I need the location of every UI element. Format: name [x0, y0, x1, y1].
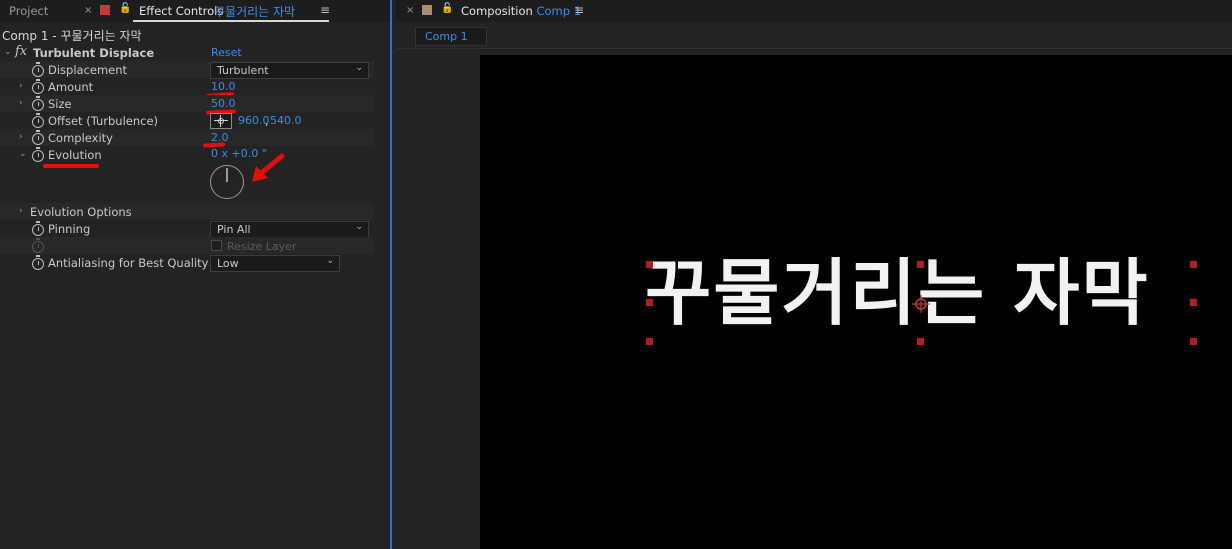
stopwatch-icon [32, 238, 44, 253]
resize-layer-checkbox[interactable] [211, 240, 222, 251]
panel-divider[interactable] [390, 0, 392, 549]
header-separator: - [48, 29, 61, 43]
bounding-handle[interactable] [646, 338, 653, 345]
dropdown-chevron-icon: ⌄ [355, 222, 363, 232]
comp-subtab-label: Comp 1 [425, 30, 468, 43]
panel-menu-icon[interactable]: ≡ [320, 3, 330, 17]
offset-y-value[interactable]: 540.0 [270, 114, 302, 127]
comp-name: Comp 1 [2, 29, 49, 43]
stopwatch-icon[interactable] [32, 130, 44, 145]
close-icon[interactable]: × [84, 5, 92, 16]
amount-label: Amount [48, 80, 94, 94]
displacement-value: Turbulent [217, 64, 269, 77]
composition-prefix: Composition [461, 4, 533, 18]
tab-composition[interactable]: Composition Comp 1 [461, 4, 581, 18]
anchor-point-icon[interactable] [911, 294, 931, 314]
lock-icon[interactable]: 🔓 [441, 3, 453, 14]
effect-name: Turbulent Displace [33, 46, 155, 60]
comp-label-swatch [422, 5, 432, 15]
displacement-dropdown[interactable]: Turbulent ⌄ [210, 62, 369, 79]
dropdown-chevron-icon: ⌄ [355, 63, 363, 73]
viewer-divider [396, 48, 1232, 49]
size-label: Size [48, 97, 72, 111]
offset-separator: , [265, 115, 269, 128]
active-tab-underline [133, 20, 329, 22]
expand-arrow-icon[interactable]: › [19, 98, 23, 108]
tab-effect-controls[interactable]: Effect Controls [139, 4, 223, 18]
antialiasing-dropdown[interactable]: Low ⌄ [210, 255, 340, 272]
antialiasing-value: Low [217, 257, 239, 270]
panel-menu-icon[interactable]: ≡ [574, 3, 584, 17]
expand-arrow-icon[interactable]: ⌄ [4, 47, 12, 57]
expand-arrow-icon[interactable]: › [19, 206, 23, 216]
tab-layer-name[interactable]: 꾸물거리는 자막 [214, 3, 295, 20]
close-icon[interactable]: × [406, 5, 414, 16]
pinning-dropdown[interactable]: Pin All ⌄ [210, 221, 369, 238]
amount-value[interactable]: 10.0 [211, 80, 236, 93]
displacement-label: Displacement [48, 63, 128, 77]
bounding-handle[interactable] [646, 261, 653, 268]
bounding-handle[interactable] [917, 261, 924, 268]
expand-arrow-icon[interactable]: › [19, 132, 23, 142]
antialiasing-label: Antialiasing for Best Quality [48, 256, 209, 270]
reset-link[interactable]: Reset [211, 46, 242, 59]
crosshair-icon[interactable] [210, 113, 232, 129]
stopwatch-icon[interactable] [32, 62, 44, 77]
expand-arrow-icon[interactable]: ⌄ [19, 149, 27, 159]
fx-icon[interactable]: fx [15, 44, 27, 59]
bounding-handle[interactable] [1190, 299, 1197, 306]
evolution-options-label: Evolution Options [30, 205, 132, 219]
red-label-swatch [100, 5, 110, 15]
bounding-handle[interactable] [917, 338, 924, 345]
stopwatch-icon[interactable] [32, 113, 44, 128]
complexity-label: Complexity [48, 131, 113, 145]
offset-label: Offset (Turbulence) [48, 114, 159, 128]
stopwatch-icon[interactable] [32, 255, 44, 270]
comp-layer-header: Comp 1 - 꾸물거리는 자막 [2, 27, 142, 44]
stopwatch-icon[interactable] [32, 221, 44, 236]
resize-layer-row [0, 237, 374, 254]
stopwatch-icon[interactable] [32, 96, 44, 111]
stopwatch-icon[interactable] [32, 147, 44, 162]
viewer-text-layer[interactable]: 꾸물거리는 자막 [645, 257, 1150, 329]
layer-name: 꾸물거리는 자막 [60, 29, 142, 43]
dial-needle [226, 168, 228, 182]
tab-project[interactable]: Project [9, 4, 48, 18]
bounding-handle[interactable] [646, 299, 653, 306]
pinning-label: Pinning [48, 222, 91, 236]
size-value[interactable]: 50.0 [211, 97, 236, 110]
annotation-underline [43, 164, 99, 168]
dropdown-chevron-icon: ⌄ [326, 256, 334, 266]
pinning-value: Pin All [217, 223, 251, 236]
evolution-label: Evolution [48, 148, 102, 162]
expand-arrow-icon[interactable]: › [19, 81, 23, 91]
bounding-handle[interactable] [1190, 338, 1197, 345]
bounding-handle[interactable] [1190, 261, 1197, 268]
lock-icon[interactable]: 🔓 [119, 3, 131, 14]
resize-layer-label: Resize Layer [227, 240, 297, 253]
annotation-arrow-icon [252, 153, 285, 182]
evolution-dial[interactable] [210, 165, 244, 199]
stopwatch-icon[interactable] [32, 79, 44, 94]
comp-subtab[interactable]: Comp 1 [415, 27, 487, 46]
